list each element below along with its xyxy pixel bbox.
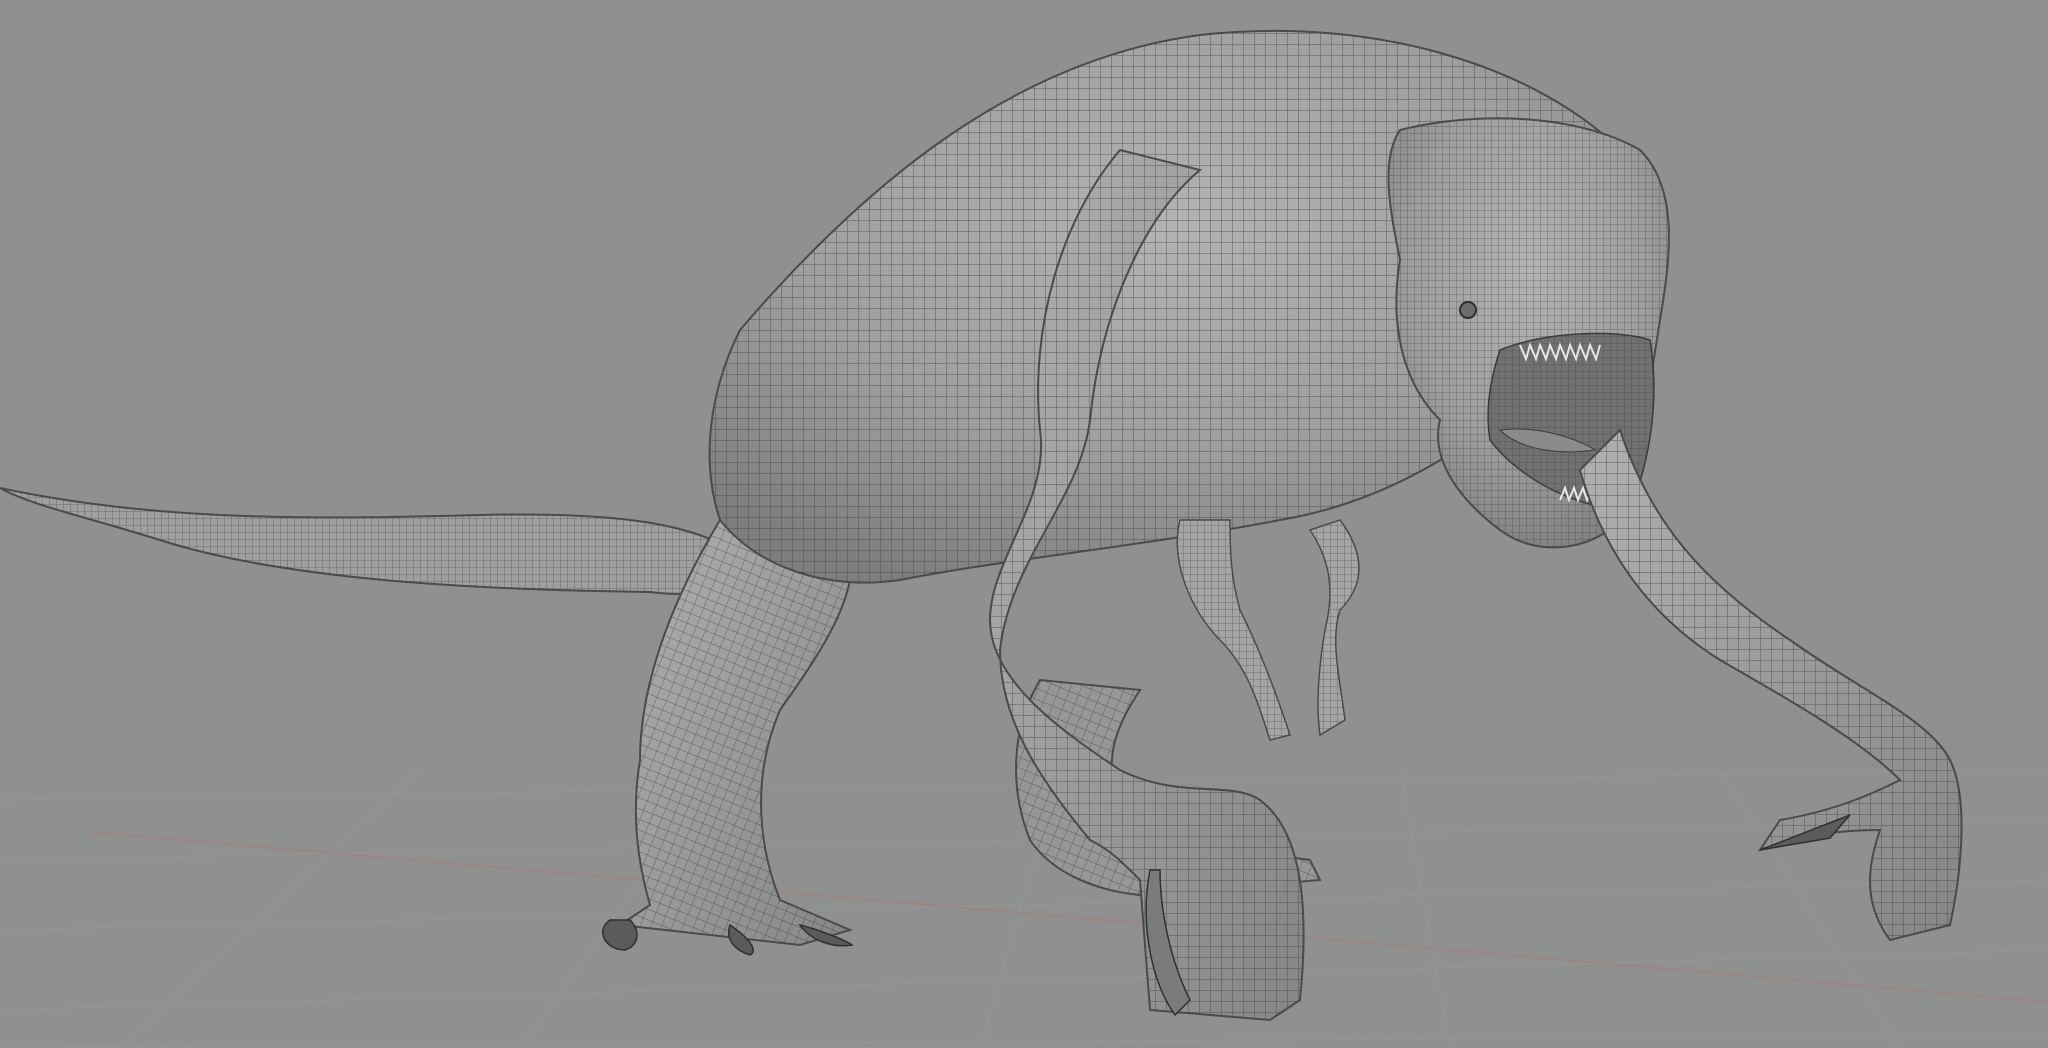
3d-viewport[interactable]: [0, 0, 2048, 1048]
creature-wireframe-model[interactable]: [0, 29, 1963, 1022]
viewport-canvas[interactable]: [0, 0, 2048, 1048]
eye: [1459, 301, 1477, 319]
